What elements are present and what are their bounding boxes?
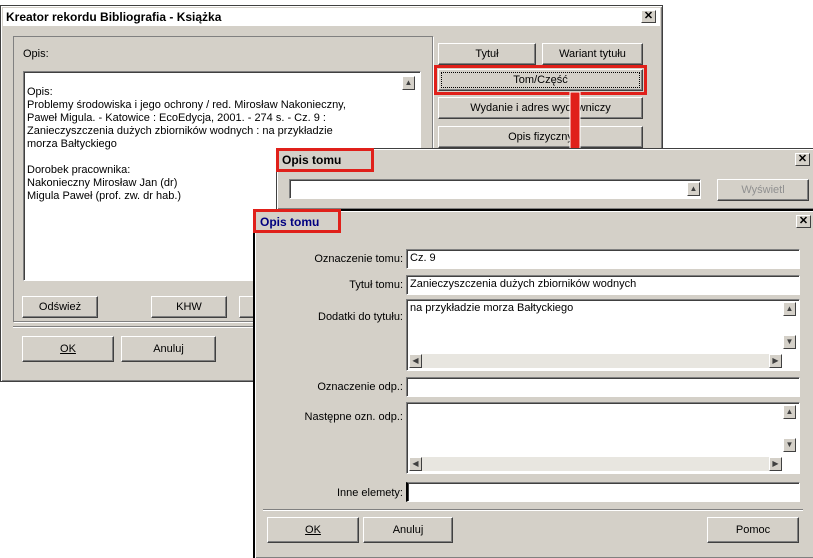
nastepne-label: Następne ozn. odp.: [304, 411, 403, 423]
scroll-up-icon[interactable]: ▲ [687, 182, 700, 196]
scroll-right-icon[interactable]: ▶ [769, 354, 782, 368]
ok-label: OK [305, 524, 321, 536]
wyswietl-button[interactable]: Wyświetl [717, 179, 809, 201]
ok-label: OK [60, 343, 76, 355]
wydanie-button[interactable]: Wydanie i adres wydawniczy [438, 97, 643, 119]
close-icon[interactable]: ✕ [795, 153, 810, 166]
anuluj-label: Anuluj [392, 524, 424, 536]
tytul-tomu-input[interactable]: Zanieczyszczenia dużych zbiorników wodny… [406, 275, 800, 295]
horizontal-scrollbar[interactable] [409, 354, 782, 368]
oznaczenie-tomu-label: Oznaczenie tomu: [314, 253, 403, 265]
opis-tomu-back-window: Opis tomu ✕ ▲ Wyświetl [276, 148, 813, 210]
oznaczenie-odp-input[interactable] [406, 377, 800, 397]
khw-button[interactable]: KHW [151, 296, 227, 318]
scroll-left-icon[interactable]: ◀ [409, 354, 422, 368]
oznaczenie-odp-label: Oznaczenie odp.: [317, 381, 403, 393]
scroll-down-icon[interactable]: ▼ [783, 438, 796, 452]
wariant-tytulu-button[interactable]: Wariant tytułu [542, 43, 643, 65]
inne-label: Inne elemety: [336, 487, 403, 499]
close-icon[interactable]: ✕ [796, 215, 811, 228]
tytul-tomu-label: Tytuł tomu: [349, 279, 403, 291]
ok-button[interactable]: OK [22, 336, 114, 362]
kreator-title: Kreator rekordu Bibliografia - Książka [6, 10, 222, 24]
scroll-left-icon[interactable]: ◀ [409, 457, 422, 471]
scroll-right-icon[interactable]: ▶ [769, 457, 782, 471]
anuluj-label: Anuluj [153, 343, 184, 355]
bottom-divider [263, 509, 803, 511]
inne-input[interactable] [406, 482, 800, 502]
opis-tomu-back-titlebar: Opis tomu ✕ [279, 151, 812, 169]
scroll-down-icon[interactable]: ▼ [783, 335, 796, 349]
opis-fizyczny-button[interactable]: Opis fizyczny [438, 126, 643, 148]
scroll-up-icon[interactable]: ▲ [402, 76, 415, 90]
opis-label: Opis: [23, 48, 49, 60]
opis-tomu-title: Opis tomu [260, 215, 320, 229]
pomoc-label: Pomoc [735, 524, 771, 536]
ok-button[interactable]: OK [267, 517, 359, 543]
pomoc-button[interactable]: Pomoc [707, 517, 799, 543]
anuluj-button[interactable]: Anuluj [121, 336, 216, 362]
tom-czesc-button[interactable]: Tom/Część [438, 69, 643, 91]
kreator-titlebar: Kreator rekordu Bibliografia - Książka ✕ [3, 8, 660, 26]
odswiez-button[interactable]: Odśwież [22, 296, 98, 318]
horizontal-scrollbar[interactable] [409, 457, 782, 471]
close-icon[interactable]: ✕ [641, 10, 656, 23]
tytul-button[interactable]: Tytuł [438, 43, 536, 65]
opis-tomu-back-field[interactable] [289, 179, 701, 199]
oznaczenie-tomu-input[interactable]: Cz. 9 [406, 249, 800, 269]
opis-tomu-back-title: Opis tomu [282, 153, 342, 167]
scroll-up-icon[interactable]: ▲ [783, 405, 796, 419]
scroll-up-icon[interactable]: ▲ [783, 302, 796, 316]
opis-tomu-titlebar: Opis tomu ✕ [257, 213, 813, 231]
opis-tomu-window: Opis tomu ✕ Oznaczenie tomu: Cz. 9 Tytuł… [253, 209, 813, 558]
dodatki-label: Dodatki do tytułu: [318, 311, 403, 323]
anuluj-button[interactable]: Anuluj [363, 517, 453, 543]
